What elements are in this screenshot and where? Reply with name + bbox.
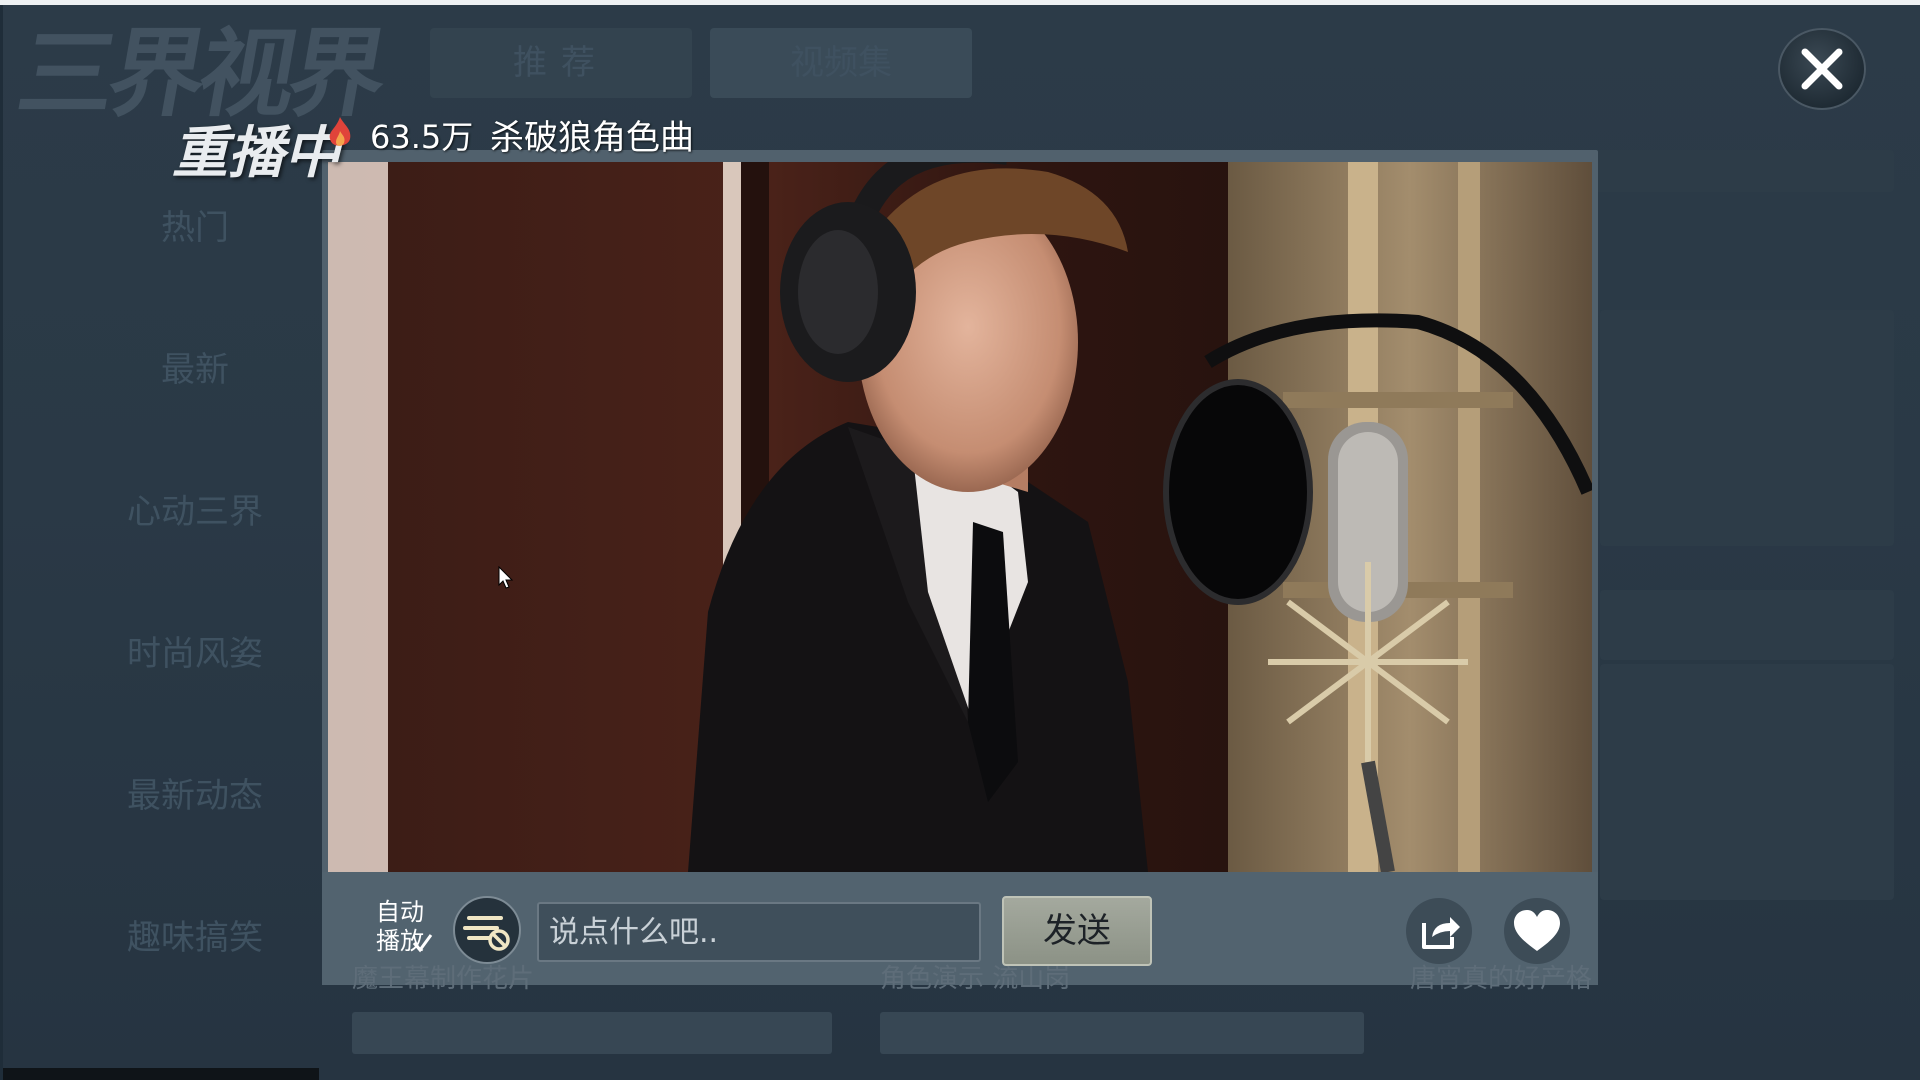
background-card [352,1012,832,1054]
background-card [880,1012,1364,1054]
video-frame[interactable] [328,162,1592,872]
replay-status-label: 重播中 [172,121,340,186]
sidebar-item-latest[interactable]: 最新 [95,342,295,391]
video-title: 杀破狼角色曲 [490,118,694,158]
background-card-caption: 魔王幕制作花片 [352,964,535,994]
fire-icon [329,117,351,146]
background-card [1600,310,1894,546]
comment-input[interactable] [537,902,981,962]
danmaku-toggle-icon [463,916,510,951]
sidebar-item-hot[interactable]: 热门 [95,200,295,249]
share-button[interactable] [1404,897,1474,965]
share-icon [1406,898,1472,964]
sidebar-item-heart-three-realms[interactable]: 心动三界 [95,484,295,533]
view-count: 63.5万 [370,118,474,156]
close-button[interactable] [1778,28,1866,110]
close-icon [1801,48,1843,90]
sidebar-item-news[interactable]: 最新动态 [85,742,295,844]
send-button[interactable]: 发送 [1002,896,1152,966]
sidebar-item-funny[interactable]: 趣味搞笑 [95,910,295,959]
like-button[interactable] [1500,897,1574,965]
checkmark-icon [412,934,433,953]
background-card [1600,590,1894,660]
mouse-cursor-icon [498,566,514,589]
heart-icon [1504,898,1570,964]
sidebar-item-fashion[interactable]: 时尚风姿 [95,626,295,675]
tab-recommend[interactable]: 推荐 [430,28,692,98]
tab-video-collection[interactable]: 视频集 [710,28,972,98]
danmaku-toggle-button[interactable] [453,896,521,964]
bottom-status-strip [3,1068,319,1080]
background-card [1600,664,1894,900]
video-still [328,162,1592,872]
